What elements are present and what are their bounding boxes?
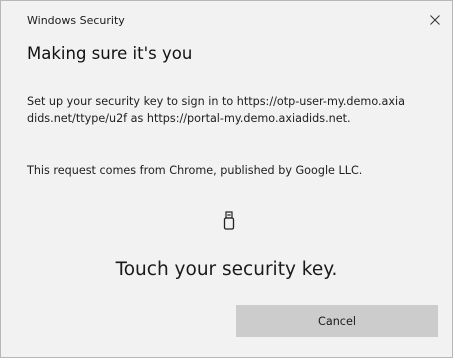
touch-key-prompt: Touch your security key.	[115, 259, 338, 280]
close-button[interactable]	[424, 10, 446, 30]
request-origin-text: This request comes from Chrome, publishe…	[27, 164, 363, 177]
cancel-button[interactable]: Cancel	[236, 305, 438, 337]
usb-security-key-icon	[223, 211, 235, 230]
dialog-heading: Making sure it's you	[27, 44, 193, 63]
close-icon	[430, 15, 440, 25]
setup-description: Set up your security key to sign in to h…	[27, 95, 405, 125]
security-dialog: Windows Security Making sure it's you Se…	[0, 0, 453, 358]
window-title: Windows Security	[27, 14, 125, 27]
title-bar: Windows Security	[1, 1, 452, 33]
